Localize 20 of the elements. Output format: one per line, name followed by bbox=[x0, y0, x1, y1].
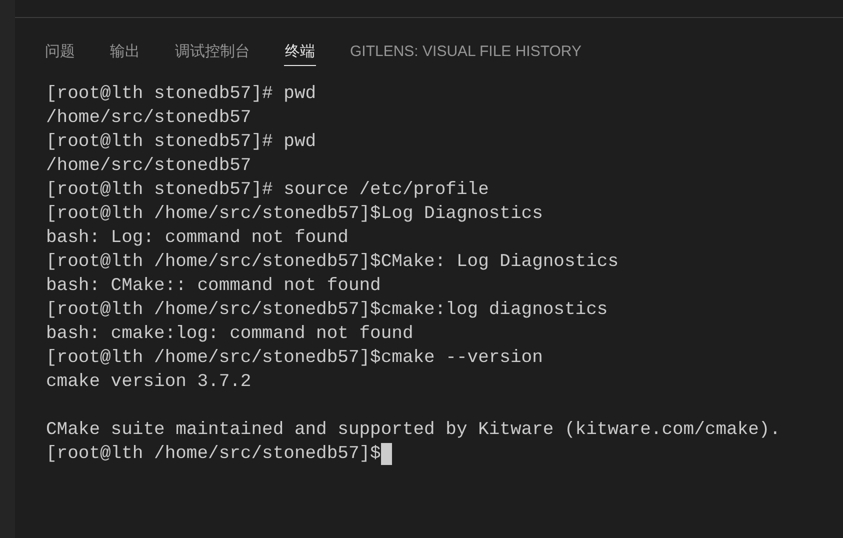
terminal-line: [root@lth stonedb57]# pwd bbox=[46, 84, 316, 104]
terminal-line: [root@lth /home/src/stonedb57]$cmake --version bbox=[46, 348, 543, 368]
panel-tab[interactable]: GITLENS: VISUAL FILE HISTORY bbox=[349, 42, 582, 66]
terminal-line: [root@lth /home/src/stonedb57]$CMake: Log Diagnostics bbox=[46, 252, 618, 272]
terminal-line: [root@lth stonedb57]# source /etc/profile bbox=[46, 180, 489, 200]
terminal-line: /home/src/stonedb57 bbox=[46, 108, 252, 128]
terminal-line: bash: cmake:log: command not found bbox=[46, 324, 414, 344]
terminal-prompt: [root@lth /home/src/stonedb57]$ bbox=[46, 443, 381, 466]
terminal-line: bash: Log: command not found bbox=[46, 228, 348, 248]
terminal-line: bash: CMake:: command not found bbox=[46, 276, 381, 296]
panel-tab[interactable]: 输出 bbox=[109, 42, 141, 66]
terminal-line: [root@lth stonedb57]# pwd bbox=[46, 132, 316, 152]
terminal-line: /home/src/stonedb57 bbox=[46, 156, 252, 176]
panel-tab[interactable]: 调试控制台 bbox=[174, 42, 251, 66]
terminal-line: [root@lth /home/src/stonedb57]$cmake:log diagnostics bbox=[46, 300, 608, 320]
terminal-line: CMake suite maintained and supported by Kitware (kitware.com/cmake). bbox=[46, 420, 781, 440]
panel-tab[interactable]: 问题 bbox=[44, 42, 76, 66]
terminal-line: [root@lth /home/src/stonedb57]$Log Diagnostics bbox=[46, 204, 543, 224]
terminal-line: cmake version 3.7.2 bbox=[46, 372, 252, 392]
panel-tab[interactable]: 终端 bbox=[284, 42, 316, 66]
